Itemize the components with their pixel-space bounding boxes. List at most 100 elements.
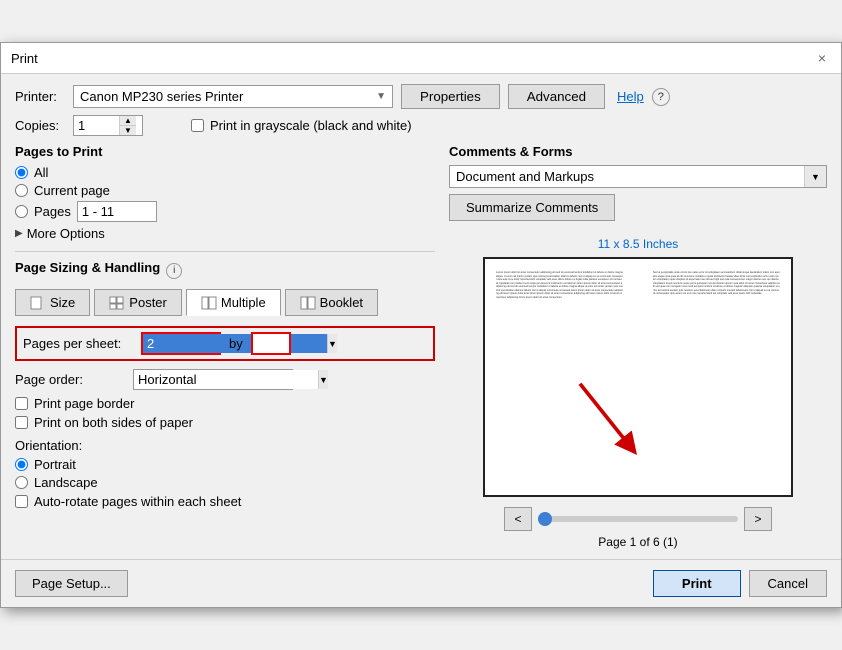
- radio-current: Current page: [15, 183, 435, 198]
- tab-poster-label: Poster: [129, 295, 167, 310]
- tab-multiple-label: Multiple: [221, 295, 266, 310]
- main-content: Pages to Print All Current page Pages ▶ …: [15, 144, 827, 549]
- help-link[interactable]: Help: [617, 89, 644, 104]
- cf-title: Comments & Forms: [449, 144, 827, 159]
- page-slider-thumb[interactable]: [538, 512, 552, 526]
- tab-size[interactable]: Size: [15, 289, 90, 316]
- pages-per-sheet-row: Pages per sheet: ▼ by: [15, 326, 435, 361]
- pps-dropdown-arrow[interactable]: ▼: [327, 334, 337, 353]
- summarize-button[interactable]: Summarize Comments: [449, 194, 615, 221]
- copies-input[interactable]: [74, 116, 119, 135]
- copies-spinner: ▲ ▼: [119, 116, 136, 135]
- tab-size-label: Size: [50, 295, 75, 310]
- radio-all-label: All: [34, 165, 48, 180]
- both-sides-row: Print on both sides of paper: [15, 415, 435, 430]
- tab-booklet[interactable]: Booklet: [285, 289, 378, 316]
- radio-landscape: Landscape: [15, 475, 435, 490]
- auto-rotate-checkbox[interactable]: [15, 495, 28, 508]
- left-panel: Pages to Print All Current page Pages ▶ …: [15, 144, 435, 549]
- preview-box: Lorem ipsum dolor sit amet consectetur a…: [483, 257, 793, 497]
- dialog-title: Print: [11, 51, 38, 66]
- page-order-row: Page order: ▼: [15, 369, 435, 390]
- section-divider: [15, 251, 435, 252]
- comments-forms-section: Comments & Forms ▼ Summarize Comments: [449, 144, 827, 221]
- radio-pages-label: Pages: [34, 204, 71, 219]
- printer-label: Printer:: [15, 89, 65, 104]
- next-page-button[interactable]: >: [744, 507, 772, 531]
- printer-value: Canon MP230 series Printer: [80, 89, 376, 104]
- orientation-section-label: Orientation:: [15, 438, 435, 453]
- copies-down-button[interactable]: ▼: [120, 126, 136, 135]
- pps-label: Pages per sheet:: [23, 336, 133, 351]
- both-sides-label: Print on both sides of paper: [34, 415, 193, 430]
- order-select-input[interactable]: [134, 370, 318, 389]
- tab-booklet-label: Booklet: [320, 295, 363, 310]
- cf-dropdown-arrow[interactable]: ▼: [804, 166, 826, 187]
- print-border-row: Print page border: [15, 396, 435, 411]
- properties-button[interactable]: Properties: [401, 84, 500, 109]
- radio-all: All: [15, 165, 435, 180]
- radio-all-input[interactable]: [15, 166, 28, 179]
- pages-to-print-title: Pages to Print: [15, 144, 435, 159]
- poster-tab-icon: [109, 296, 125, 310]
- size-tab-icon: [30, 296, 46, 310]
- pps-select-wrap: ▼: [141, 332, 221, 355]
- by-label: by: [229, 336, 243, 351]
- copies-up-button[interactable]: ▲: [120, 116, 136, 126]
- radio-portrait: Portrait: [15, 457, 435, 472]
- copies-input-wrap: ▲ ▼: [73, 115, 143, 136]
- more-options-label: More Options: [27, 226, 105, 241]
- tab-row: Size Poster: [15, 289, 435, 316]
- cancel-button[interactable]: Cancel: [749, 570, 827, 597]
- radio-landscape-input[interactable]: [15, 476, 28, 489]
- print-border-label: Print page border: [34, 396, 134, 411]
- radio-pages-input[interactable]: [15, 205, 28, 218]
- by-input-wrap: [251, 332, 291, 355]
- radio-portrait-label: Portrait: [34, 457, 76, 472]
- order-select-wrap: ▼: [133, 369, 293, 390]
- both-sides-checkbox[interactable]: [15, 416, 28, 429]
- print-grayscale-label: Print in grayscale (black and white): [210, 118, 412, 133]
- copies-label: Copies:: [15, 118, 65, 133]
- printer-select[interactable]: Canon MP230 series Printer ▼: [73, 85, 393, 108]
- printer-row: Printer: Canon MP230 series Printer ▼ Pr…: [15, 84, 827, 109]
- multiple-tab-icon: [201, 296, 217, 310]
- radio-portrait-input[interactable]: [15, 458, 28, 471]
- close-button[interactable]: ×: [813, 49, 831, 67]
- cf-select-wrap: ▼: [449, 165, 827, 188]
- print-border-checkbox[interactable]: [15, 397, 28, 410]
- preview-right-page: Sed ut perspiciatis unde omnis iste natu…: [650, 267, 783, 487]
- advanced-button[interactable]: Advanced: [508, 84, 605, 109]
- print-grayscale-checkbox[interactable]: [191, 119, 204, 132]
- pages-range-input[interactable]: [77, 201, 157, 222]
- title-bar: Print ×: [1, 43, 841, 74]
- print-grayscale-row: Print in grayscale (black and white): [191, 118, 412, 133]
- printer-dropdown-arrow: ▼: [376, 91, 386, 102]
- help-icon[interactable]: ?: [652, 88, 670, 106]
- page-order-label: Page order:: [15, 372, 125, 387]
- cf-select-input[interactable]: [450, 166, 804, 187]
- navigation-row: < >: [449, 507, 827, 531]
- radio-current-input[interactable]: [15, 184, 28, 197]
- by-input[interactable]: [253, 334, 289, 353]
- page-sizing-title: Page Sizing & Handling: [15, 260, 160, 275]
- print-button[interactable]: Print: [653, 570, 741, 597]
- tab-poster[interactable]: Poster: [94, 289, 182, 316]
- dialog-body: Printer: Canon MP230 series Printer ▼ Pr…: [1, 74, 841, 559]
- page-slider[interactable]: [538, 516, 738, 522]
- auto-rotate-label: Auto-rotate pages within each sheet: [34, 494, 241, 509]
- tab-multiple[interactable]: Multiple: [186, 289, 281, 316]
- more-options-button[interactable]: ▶ More Options: [15, 226, 105, 241]
- info-icon[interactable]: i: [166, 263, 182, 279]
- preview-size-label: 11 x 8.5 Inches: [598, 237, 679, 251]
- red-arrow-icon: [555, 375, 655, 455]
- page-sizing-heading-row: Page Sizing & Handling i: [15, 260, 435, 281]
- order-dropdown-arrow[interactable]: ▼: [318, 370, 328, 389]
- radio-current-label: Current page: [34, 183, 110, 198]
- radio-landscape-label: Landscape: [34, 475, 98, 490]
- auto-rotate-row: Auto-rotate pages within each sheet: [15, 494, 435, 509]
- page-setup-button[interactable]: Page Setup...: [15, 570, 128, 597]
- booklet-tab-icon: [300, 296, 316, 310]
- prev-page-button[interactable]: <: [504, 507, 532, 531]
- print-dialog: Print × Printer: Canon MP230 series Prin…: [0, 42, 842, 608]
